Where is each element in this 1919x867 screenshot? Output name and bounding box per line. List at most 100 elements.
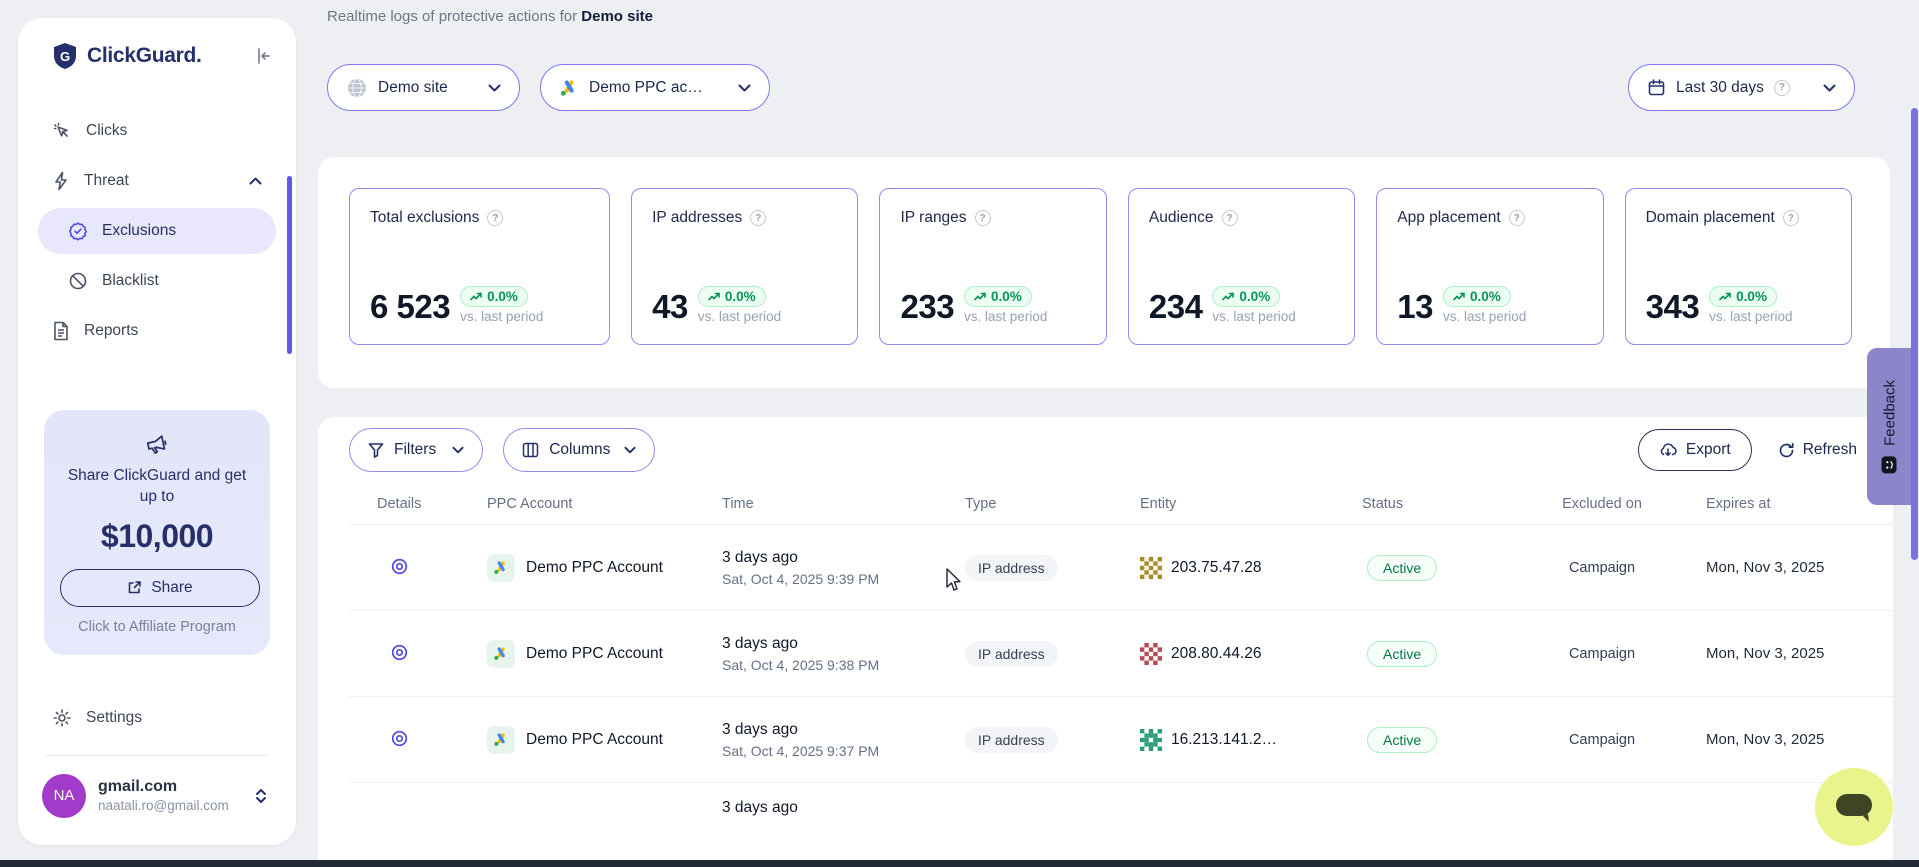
stat-label: Domain placement	[1646, 209, 1775, 227]
chevron-down-icon	[452, 446, 464, 454]
column-header-type: Type	[965, 496, 1140, 512]
time-absolute: Sat, Oct 4, 2025 9:39 PM	[722, 571, 965, 587]
filters-button-label: Filters	[394, 441, 436, 459]
gear-icon	[52, 708, 72, 728]
bolt-icon	[52, 171, 70, 191]
columns-button[interactable]: Columns	[503, 428, 655, 472]
time-relative: 3 days ago	[722, 721, 965, 739]
sidebar-item-clicks[interactable]: Clicks	[38, 108, 276, 154]
row-details-eye-icon[interactable]	[389, 642, 410, 663]
trend-up-icon	[1453, 292, 1465, 301]
trend-caption: vs. last period	[964, 309, 1047, 324]
ppc-account-selector[interactable]: Demo PPC ac…	[540, 64, 770, 111]
globe-icon	[346, 77, 368, 99]
row-details-eye-icon[interactable]	[389, 556, 410, 577]
trend-value: 0.0%	[1239, 289, 1270, 304]
affiliate-promo-card[interactable]: Share ClickGuard and get up to $10,000 S…	[44, 410, 270, 655]
entity-value: 203.75.47.28	[1171, 559, 1262, 577]
help-icon: ?	[1774, 80, 1790, 96]
app-logo-text: ClickGuard.	[87, 44, 202, 68]
date-range-selector[interactable]: Last 30 days ?	[1628, 64, 1855, 111]
sidebar-item-settings[interactable]: Settings	[38, 695, 276, 741]
stat-value: 234	[1149, 288, 1203, 326]
row-details-eye-icon[interactable]	[389, 728, 410, 749]
sidebar-item-label: Exclusions	[102, 222, 176, 240]
entity-value: 16.213.141.2…	[1171, 731, 1277, 749]
google-ads-icon	[487, 640, 515, 668]
user-account[interactable]: NA gmail.com naatali.ro@gmail.com	[38, 756, 276, 818]
settings-label: Settings	[86, 709, 142, 727]
feedback-tab-label: Feedback	[1882, 380, 1899, 446]
stat-card-app-placement: App placement? 13 0.0% vs. last period	[1376, 188, 1603, 345]
sidebar-item-exclusions[interactable]: Exclusions	[38, 208, 276, 254]
refresh-button[interactable]: Refresh	[1772, 441, 1863, 459]
trend-up-icon	[708, 292, 720, 301]
chat-launcher-button[interactable]	[1815, 768, 1893, 846]
stat-label: Audience	[1149, 209, 1214, 227]
clickguard-logo-icon: G	[52, 42, 78, 70]
trend-up-icon	[1222, 292, 1234, 301]
trend-caption: vs. last period	[698, 309, 781, 324]
promo-text: Share ClickGuard and get up to	[60, 466, 254, 508]
sidebar-item-blacklist[interactable]: Blacklist	[38, 258, 276, 304]
time-relative: 3 days ago	[722, 799, 965, 817]
trend-up-icon	[1719, 292, 1731, 301]
trend-value: 0.0%	[991, 289, 1022, 304]
external-link-icon	[127, 580, 142, 595]
status-badge: Active	[1367, 555, 1437, 581]
chevron-down-icon	[488, 84, 501, 92]
refresh-icon	[1778, 442, 1795, 459]
chevron-down-icon	[1823, 84, 1836, 92]
share-button[interactable]: Share	[60, 569, 260, 607]
export-button[interactable]: Export	[1638, 429, 1752, 471]
google-ads-icon	[559, 79, 579, 97]
table-row-partial: 3 days ago	[349, 783, 1893, 823]
column-header-excluded-on: Excluded on	[1562, 496, 1642, 512]
affiliate-link-text[interactable]: Click to Affiliate Program	[60, 619, 254, 635]
cursor-click-icon	[52, 121, 72, 141]
help-icon: ?	[750, 210, 766, 226]
time-absolute: Sat, Oct 4, 2025 9:37 PM	[722, 743, 965, 759]
column-header-ppc-account: PPC Account	[487, 496, 722, 512]
stat-value: 6 523	[370, 288, 450, 326]
sidebar-item-threat[interactable]: Threat	[38, 158, 276, 204]
sidebar-scrollbar[interactable]	[287, 176, 292, 354]
stat-label: App placement	[1397, 209, 1500, 227]
help-icon: ?	[975, 210, 991, 226]
expires-at-value: Mon, Nov 3, 2025	[1677, 645, 1893, 662]
sidebar-item-label: Blacklist	[102, 272, 159, 290]
viewport-bottom-strip	[0, 860, 1919, 867]
trend-badge: 0.0%	[964, 286, 1032, 307]
stat-label: IP ranges	[900, 209, 966, 227]
trend-value: 0.0%	[1470, 289, 1501, 304]
stat-value: 233	[900, 288, 954, 326]
chevron-up-down-icon[interactable]	[254, 787, 268, 805]
column-header-entity: Entity	[1140, 496, 1362, 512]
stat-card-total-exclusions: Total exclusions? 6 523 0.0% vs. last pe…	[349, 188, 610, 345]
svg-text:G: G	[60, 49, 70, 64]
calendar-icon	[1647, 78, 1666, 97]
entity-value: 208.80.44.26	[1171, 645, 1262, 663]
share-button-label: Share	[151, 579, 192, 597]
filters-button[interactable]: Filters	[349, 428, 483, 472]
identicon	[1140, 729, 1162, 751]
page-scrollbar-thumb[interactable]	[1911, 108, 1918, 560]
feedback-chat-icon	[1881, 455, 1899, 473]
funnel-icon	[368, 442, 384, 458]
google-ads-icon	[487, 726, 515, 754]
sidebar-item-label: Clicks	[86, 122, 127, 140]
trend-caption: vs. last period	[460, 309, 543, 324]
feedback-tab[interactable]: Feedback	[1867, 348, 1913, 505]
sidebar-collapse-icon[interactable]	[250, 43, 276, 69]
site-selector[interactable]: Demo site	[327, 64, 520, 111]
sidebar-item-reports[interactable]: Reports	[38, 308, 276, 354]
table-header-row: Details PPC Account Time Type Entity Sta…	[349, 496, 1893, 525]
type-badge: IP address	[965, 555, 1058, 581]
trend-badge: 0.0%	[1443, 286, 1511, 307]
ppc-account-name: Demo PPC Account	[526, 731, 663, 749]
trend-value: 0.0%	[487, 289, 518, 304]
sidebar-item-label: Reports	[84, 322, 138, 340]
chevron-down-icon	[624, 446, 636, 454]
trend-up-icon	[974, 292, 986, 301]
time-relative: 3 days ago	[722, 549, 965, 567]
